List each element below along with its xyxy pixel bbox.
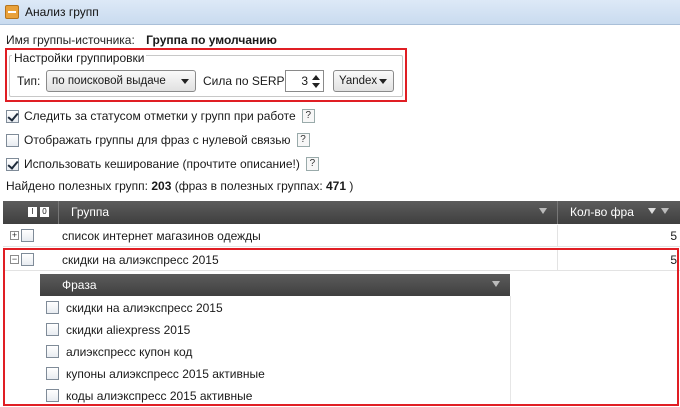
track-status-label: Следить за статусом отметки у групп при … (24, 109, 296, 123)
select-all-icon[interactable]: I (28, 207, 37, 217)
caching-checkbox[interactable] (6, 157, 19, 171)
caching-label: Использовать кеширование (прочтите описа… (24, 157, 300, 171)
table-row[interactable]: + список интернет магазинов одежды 5 (3, 225, 680, 247)
expand-icon[interactable]: + (10, 231, 19, 240)
filter-icon[interactable] (661, 208, 669, 214)
phrase-count: 5 (670, 229, 677, 243)
phrases-count: 471 (326, 179, 347, 193)
option-caching[interactable]: Использовать кеширование (прочтите описа… (6, 156, 319, 172)
track-status-checkbox[interactable] (6, 109, 19, 123)
column-group[interactable]: Группа (71, 201, 109, 224)
zero-link-checkbox[interactable] (6, 133, 19, 147)
option-track-status[interactable]: Следить за статусом отметки у групп при … (6, 108, 315, 124)
deselect-all-icon[interactable]: 0 (40, 207, 49, 217)
group-name: список интернет магазинов одежды (62, 229, 261, 243)
source-group-value: Группа по умолчанию (146, 33, 277, 47)
help-icon[interactable]: ? (296, 133, 310, 147)
groups-count: 203 (151, 179, 172, 193)
groups-grid-header: I 0 Группа Кол-во фра (3, 201, 680, 224)
app-icon (5, 5, 19, 19)
help-icon[interactable]: ? (305, 157, 319, 171)
filter-icon[interactable] (539, 208, 547, 214)
column-count[interactable]: Кол-во фра (570, 201, 634, 224)
row-checkbox[interactable] (21, 229, 34, 242)
source-group-row: Имя группы-источника: Группа по умолчани… (6, 33, 277, 47)
highlight-frame-expanded-group (3, 248, 679, 406)
window-titlebar: Анализ групп (0, 0, 680, 25)
highlight-frame-settings (5, 48, 407, 102)
option-zero-link[interactable]: Отображать группы для фраз с нулевой свя… (6, 132, 310, 148)
source-group-label: Имя группы-источника: (6, 33, 135, 47)
help-icon[interactable]: ? (301, 109, 315, 123)
sort-desc-icon[interactable] (648, 208, 656, 214)
zero-link-label: Отображать группы для фраз с нулевой свя… (24, 133, 291, 147)
window-title: Анализ групп (25, 5, 99, 19)
summary-text: Найдено полезных групп: 203 (фраз в поле… (6, 179, 354, 193)
